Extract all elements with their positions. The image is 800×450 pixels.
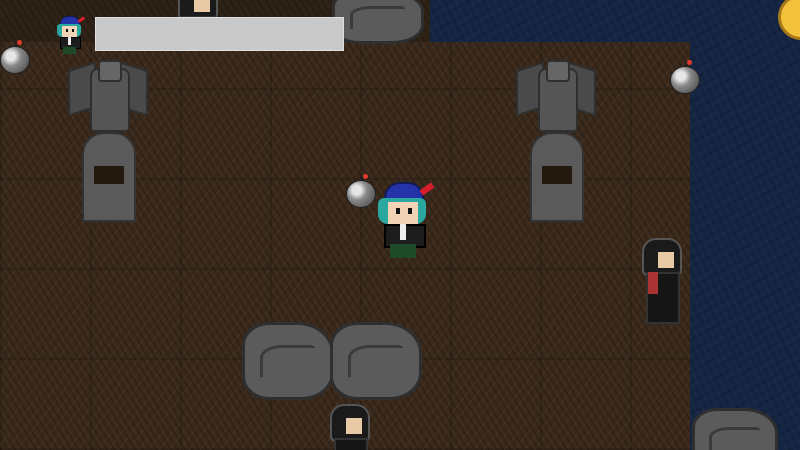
game-viewport[interactable] bbox=[0, 0, 800, 450]
bomb-icon[interactable] bbox=[346, 174, 376, 208]
hooded-enemy[interactable] bbox=[638, 238, 682, 326]
gargoyle-statue bbox=[68, 60, 148, 222]
rock bbox=[692, 408, 778, 450]
health-bar bbox=[95, 17, 344, 51]
player-character[interactable] bbox=[376, 182, 436, 262]
rock bbox=[332, 0, 424, 44]
gargoyle-statue bbox=[516, 60, 596, 222]
health-bar-fill bbox=[96, 18, 343, 50]
bomb-icon[interactable] bbox=[0, 40, 30, 74]
player-portrait-icon bbox=[56, 16, 92, 54]
bomb-icon[interactable] bbox=[670, 60, 700, 94]
rock bbox=[242, 322, 334, 400]
rock bbox=[330, 322, 422, 400]
hooded-enemy[interactable] bbox=[326, 404, 370, 450]
